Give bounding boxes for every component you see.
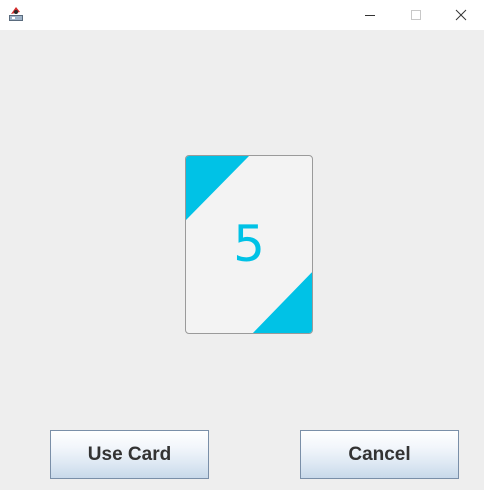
close-icon <box>455 9 467 21</box>
app-icon <box>8 6 24 22</box>
cancel-button[interactable]: Cancel <box>300 430 459 479</box>
card-top-left-corner <box>186 156 249 220</box>
card-value: 5 <box>233 215 265 273</box>
title-bar <box>0 0 484 30</box>
minimize-button[interactable] <box>347 0 393 30</box>
maximize-icon <box>411 10 421 20</box>
card-bottom-right-corner <box>252 272 312 333</box>
minimize-icon <box>365 15 375 16</box>
close-button[interactable] <box>438 0 484 30</box>
maximize-button[interactable] <box>393 0 439 30</box>
use-card-button[interactable]: Use Card <box>50 430 209 479</box>
number-card[interactable]: 5 <box>185 155 313 334</box>
